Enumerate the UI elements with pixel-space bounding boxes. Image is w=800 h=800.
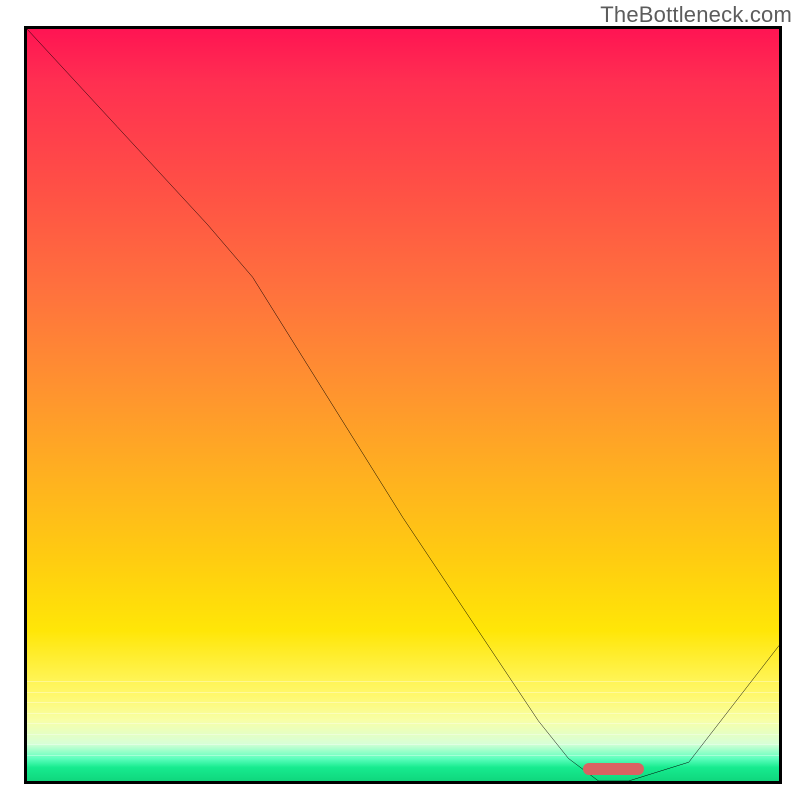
watermark-text: TheBottleneck.com: [600, 2, 792, 28]
bottleneck-curve: [27, 29, 779, 781]
plot-frame: [24, 26, 782, 784]
optimal-range-marker: [583, 763, 643, 775]
chart-canvas: TheBottleneck.com: [0, 0, 800, 800]
